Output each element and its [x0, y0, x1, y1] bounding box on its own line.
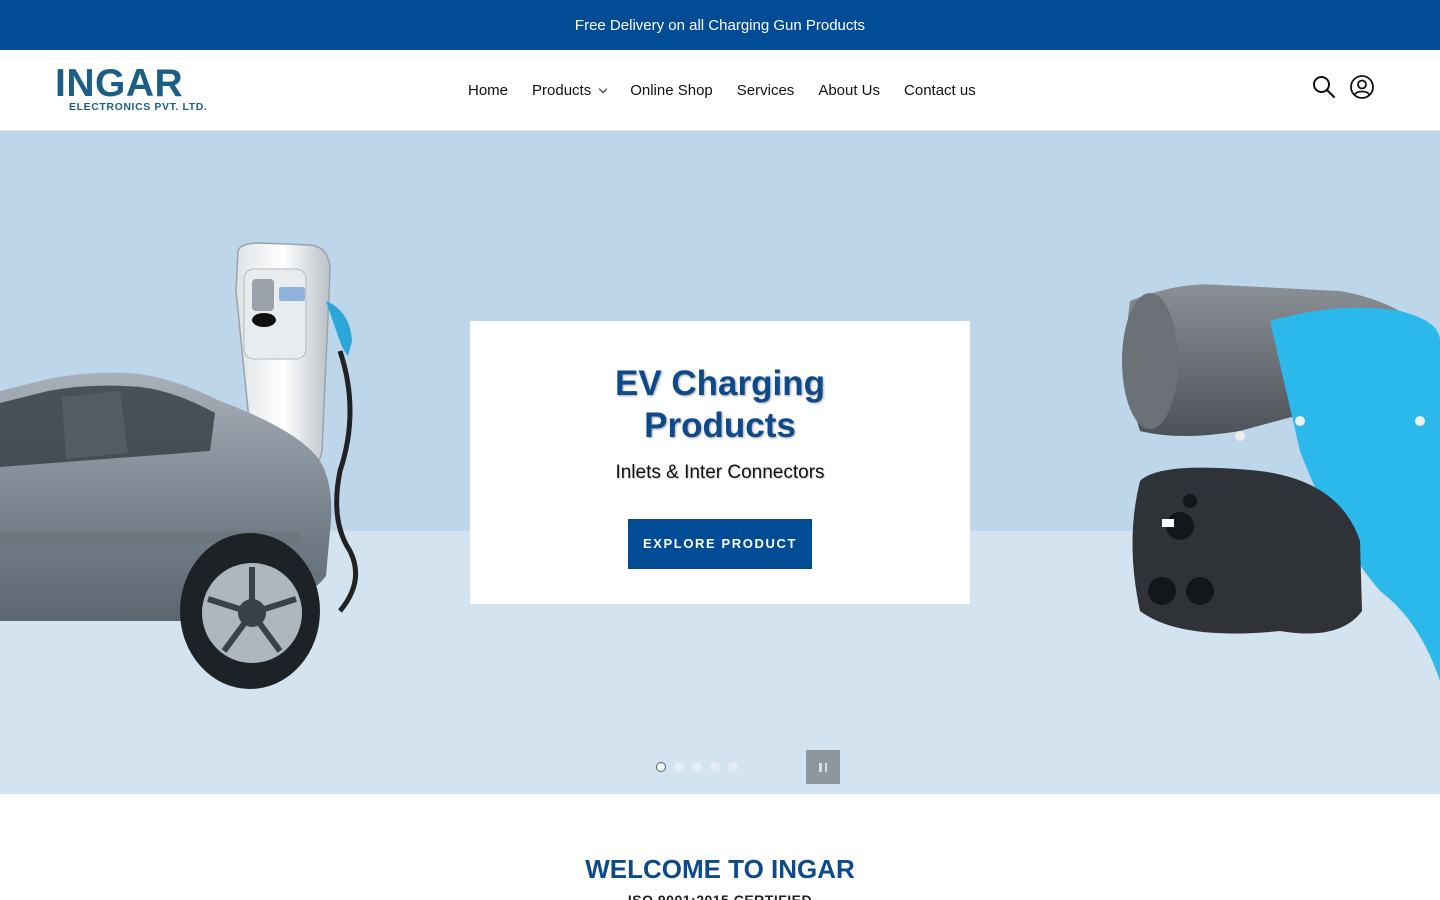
slide-dot-4[interactable] — [710, 762, 720, 772]
nav-products-label: Products — [532, 81, 592, 99]
nav-online-shop-label: Online Shop — [630, 81, 713, 99]
site-logo[interactable]: INGAR ELECTRONICS PVT. LTD. — [55, 64, 215, 116]
nav-contact-us-label: Contact us — [904, 81, 976, 99]
site-header: INGAR ELECTRONICS PVT. LTD. Home Product… — [0, 50, 1440, 131]
ev-car-charger-image — [0, 242, 359, 689]
slideshow-pause-button[interactable] — [806, 750, 840, 784]
slide-dot-1[interactable] — [656, 762, 666, 772]
slide-dot-5[interactable] — [728, 762, 738, 772]
hero-content-card: EV Charging Products Inlets & Inter Conn… — [470, 321, 970, 604]
nav-home-label: Home — [468, 81, 509, 99]
main-nav: Home Products Online Shop Services About… — [468, 50, 1000, 130]
hero-slideshow: EV Charging Products Inlets & Inter Conn… — [0, 131, 1440, 794]
nav-online-shop[interactable]: Online Shop — [630, 82, 713, 99]
slide-dot-2[interactable] — [674, 762, 684, 772]
slide-dot-3[interactable] — [692, 762, 702, 772]
logo-wordmark: INGAR — [55, 62, 184, 105]
logo-tagline: ELECTRONICS PVT. LTD. — [69, 101, 208, 113]
slide-dots — [656, 762, 746, 772]
account-icon — [1350, 75, 1374, 99]
charging-gun-image — [1122, 284, 1440, 681]
search-icon — [1313, 76, 1336, 99]
nav-about-us[interactable]: About Us — [818, 82, 880, 99]
account-button[interactable] — [1349, 74, 1375, 100]
chevron-down-icon — [598, 84, 608, 93]
search-button[interactable] — [1311, 74, 1337, 100]
nav-services-label: Services — [736, 81, 795, 99]
nav-contact-us[interactable]: Contact us — [904, 82, 976, 99]
nav-home[interactable]: Home — [468, 82, 508, 99]
announcement-text: Free Delivery on all Charging Gun Produc… — [574, 16, 866, 34]
announcement-bar: Free Delivery on all Charging Gun Produc… — [0, 0, 1440, 50]
iso-certification-text: ISO 9001:2015 CERTIFIED — [627, 892, 813, 900]
hero-title: EV Charging Products — [614, 364, 826, 445]
pause-icon — [819, 762, 822, 772]
nav-products[interactable]: Products — [532, 81, 608, 99]
nav-about-us-label: About Us — [818, 81, 881, 99]
hero-subtitle: Inlets & Inter Connectors — [615, 462, 825, 483]
nav-services[interactable]: Services — [737, 82, 795, 99]
welcome-heading: WELCOME TO INGAR — [585, 854, 855, 884]
explore-product-button[interactable]: EXPLORE PRODUCT — [628, 519, 812, 569]
